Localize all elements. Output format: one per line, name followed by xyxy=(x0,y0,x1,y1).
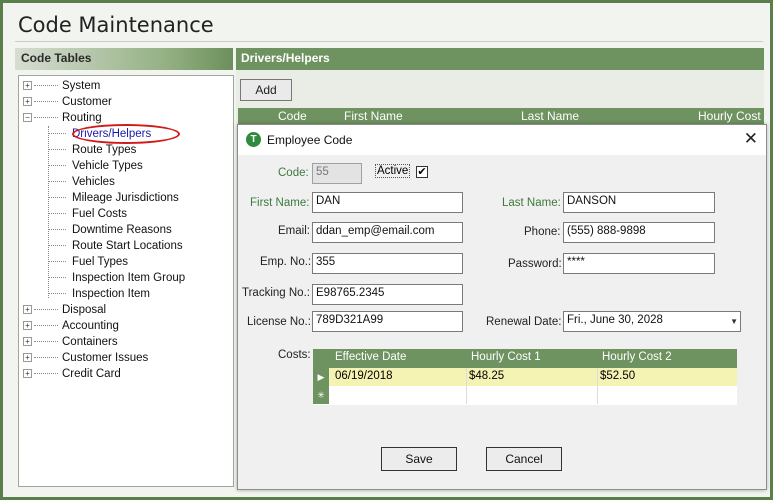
app-logo-icon: T xyxy=(246,132,261,147)
tree-item-inspection-item[interactable]: Inspection Item xyxy=(48,286,150,302)
employee-code-dialog: T Employee Code ✕ Code: 55 Active ✔ Firs… xyxy=(237,124,767,490)
drivers-grid-header: Code First Name Last Name Hourly Cost 1 xyxy=(238,108,764,137)
tree-item-label: Fuel Costs xyxy=(72,208,127,220)
app-title: Code Maintenance xyxy=(18,13,214,37)
column-header-first-name[interactable]: First Name xyxy=(344,109,403,123)
tree-item-label: Route Types xyxy=(72,144,137,156)
column-header-last-name[interactable]: Last Name xyxy=(521,109,579,123)
tree-item-vehicle-types[interactable]: Vehicle Types xyxy=(48,158,143,174)
tracking-no-field[interactable]: E98765.2345 xyxy=(312,284,463,305)
costs-label: Costs: xyxy=(278,349,311,361)
selection-highlight-ring xyxy=(72,124,180,144)
code-tables-tree[interactable]: + System + Customer − Routing Drivers/Helpe… xyxy=(18,75,234,487)
tree-item-label: Disposal xyxy=(62,304,107,316)
tree-item-downtime-reasons[interactable]: Downtime Reasons xyxy=(48,222,172,238)
tree-item-vehicles[interactable]: Vehicles xyxy=(48,174,115,190)
active-checkbox[interactable]: ✔ xyxy=(416,166,428,178)
column-header-hourly-cost-1[interactable]: Hourly Cost 1 xyxy=(471,351,541,363)
tree-item-label: System xyxy=(62,80,101,92)
tree-item-route-start-locations[interactable]: Route Start Locations xyxy=(48,238,183,254)
cancel-button[interactable]: Cancel xyxy=(486,447,562,471)
active-label: Active xyxy=(375,164,411,178)
tree-item-label: Route Start Locations xyxy=(72,240,183,252)
first-name-field[interactable]: DAN xyxy=(312,192,463,213)
tree-item-route-types[interactable]: Route Types xyxy=(48,142,136,158)
password-label: Password: xyxy=(508,258,562,270)
cell-effective-date[interactable]: 06/19/2018 xyxy=(335,370,393,382)
tree-item-label: Credit Card xyxy=(62,368,121,380)
code-label: Code: xyxy=(278,167,309,179)
title-divider xyxy=(15,41,763,42)
add-button[interactable]: Add xyxy=(240,79,292,101)
expand-icon[interactable]: + xyxy=(23,305,32,315)
costs-grid[interactable]: Effective Date Hourly Cost 1 Hourly Cost… xyxy=(313,349,737,405)
expand-icon[interactable]: + xyxy=(23,337,32,347)
cell-hourly-cost-1[interactable]: $48.25 xyxy=(469,370,504,382)
tree-item-label: Mileage Jurisdictions xyxy=(72,192,179,204)
tree-item-fuel-costs[interactable]: Fuel Costs xyxy=(48,206,127,222)
tree-item-customer[interactable]: + Customer xyxy=(23,94,112,110)
code-field[interactable]: 55 xyxy=(312,163,362,184)
email-label: Email: xyxy=(278,225,310,237)
new-row[interactable]: ✳ xyxy=(313,386,737,404)
tree-item-inspection-item-group[interactable]: Inspection Item Group xyxy=(48,270,185,286)
tree-item-label: Customer Issues xyxy=(62,352,149,364)
tree-item-label: Customer xyxy=(62,96,112,108)
tree-item-label: Vehicles xyxy=(72,176,115,188)
tracking-no-label: Tracking No.: xyxy=(242,287,310,299)
last-name-field[interactable]: DANSON xyxy=(563,192,715,213)
expand-icon[interactable]: + xyxy=(23,81,32,91)
tree-item-label: Routing xyxy=(62,112,102,124)
tree-item-customer-issues[interactable]: + Customer Issues xyxy=(23,350,148,366)
password-field[interactable]: **** xyxy=(563,253,715,274)
chevron-down-icon[interactable]: ▼ xyxy=(730,317,738,326)
costs-grid-header: Effective Date Hourly Cost 1 Hourly Cost… xyxy=(313,349,737,368)
expand-icon[interactable]: + xyxy=(23,353,32,363)
save-button[interactable]: Save xyxy=(381,447,457,471)
tree-item-routing[interactable]: − Routing xyxy=(23,110,102,126)
tree-item-label: Downtime Reasons xyxy=(72,224,172,236)
dialog-titlebar: T Employee Code ✕ xyxy=(238,125,766,155)
tree-item-label: Accounting xyxy=(62,320,119,332)
tree-item-label: Fuel Types xyxy=(72,256,129,268)
tree-item-mileage-jurisdictions[interactable]: Mileage Jurisdictions xyxy=(48,190,179,206)
dialog-title: Employee Code xyxy=(267,133,353,147)
column-header-hourly-cost-2[interactable]: Hourly Cost 2 xyxy=(602,351,672,363)
renewal-date-dropdown[interactable]: Fri., June 30, 2028 ▼ xyxy=(563,311,741,332)
license-no-label: License No.: xyxy=(247,316,311,328)
tree-item-accounting[interactable]: + Accounting xyxy=(23,318,119,334)
tree-item-credit-card[interactable]: + Credit Card xyxy=(23,366,121,382)
table-row[interactable]: ▶ 06/19/2018 $48.25 $52.50 xyxy=(313,368,737,386)
first-name-label: First Name: xyxy=(250,197,310,209)
collapse-icon[interactable]: − xyxy=(23,113,32,123)
expand-icon[interactable]: + xyxy=(23,97,32,107)
emp-no-field[interactable]: 355 xyxy=(312,253,463,274)
tree-item-label: Vehicle Types xyxy=(72,160,143,172)
emp-no-label: Emp. No.: xyxy=(260,256,312,268)
column-header-code[interactable]: Code xyxy=(278,109,307,123)
last-name-label: Last Name: xyxy=(502,197,561,209)
phone-label: Phone: xyxy=(524,226,561,238)
tree-item-label: Inspection Item xyxy=(72,288,150,300)
drivers-helpers-header: Drivers/Helpers xyxy=(236,48,764,70)
cell-hourly-cost-2[interactable]: $52.50 xyxy=(600,370,635,382)
phone-field[interactable]: (555) 888-9898 xyxy=(563,222,715,243)
code-tables-header: Code Tables xyxy=(15,48,233,70)
close-icon[interactable]: ✕ xyxy=(744,129,758,149)
license-no-field[interactable]: 789D321A99 xyxy=(312,311,463,332)
current-row-icon: ▶ xyxy=(313,368,329,386)
renewal-date-label: Renewal Date: xyxy=(486,316,562,328)
renewal-date-value: Fri., June 30, 2028 xyxy=(567,314,663,326)
column-header-effective-date[interactable]: Effective Date xyxy=(335,351,406,363)
tree-item-system[interactable]: + System xyxy=(23,78,100,94)
expand-icon[interactable]: + xyxy=(23,321,32,331)
tree-item-fuel-types[interactable]: Fuel Types xyxy=(48,254,128,270)
tree-item-label: Containers xyxy=(62,336,118,348)
tree-item-containers[interactable]: + Containers xyxy=(23,334,118,350)
tree-item-label: Inspection Item Group xyxy=(72,272,186,284)
new-row-icon: ✳ xyxy=(313,386,329,404)
expand-icon[interactable]: + xyxy=(23,369,32,379)
email-field[interactable]: ddan_emp@email.com xyxy=(312,222,463,243)
tree-item-disposal[interactable]: + Disposal xyxy=(23,302,106,318)
